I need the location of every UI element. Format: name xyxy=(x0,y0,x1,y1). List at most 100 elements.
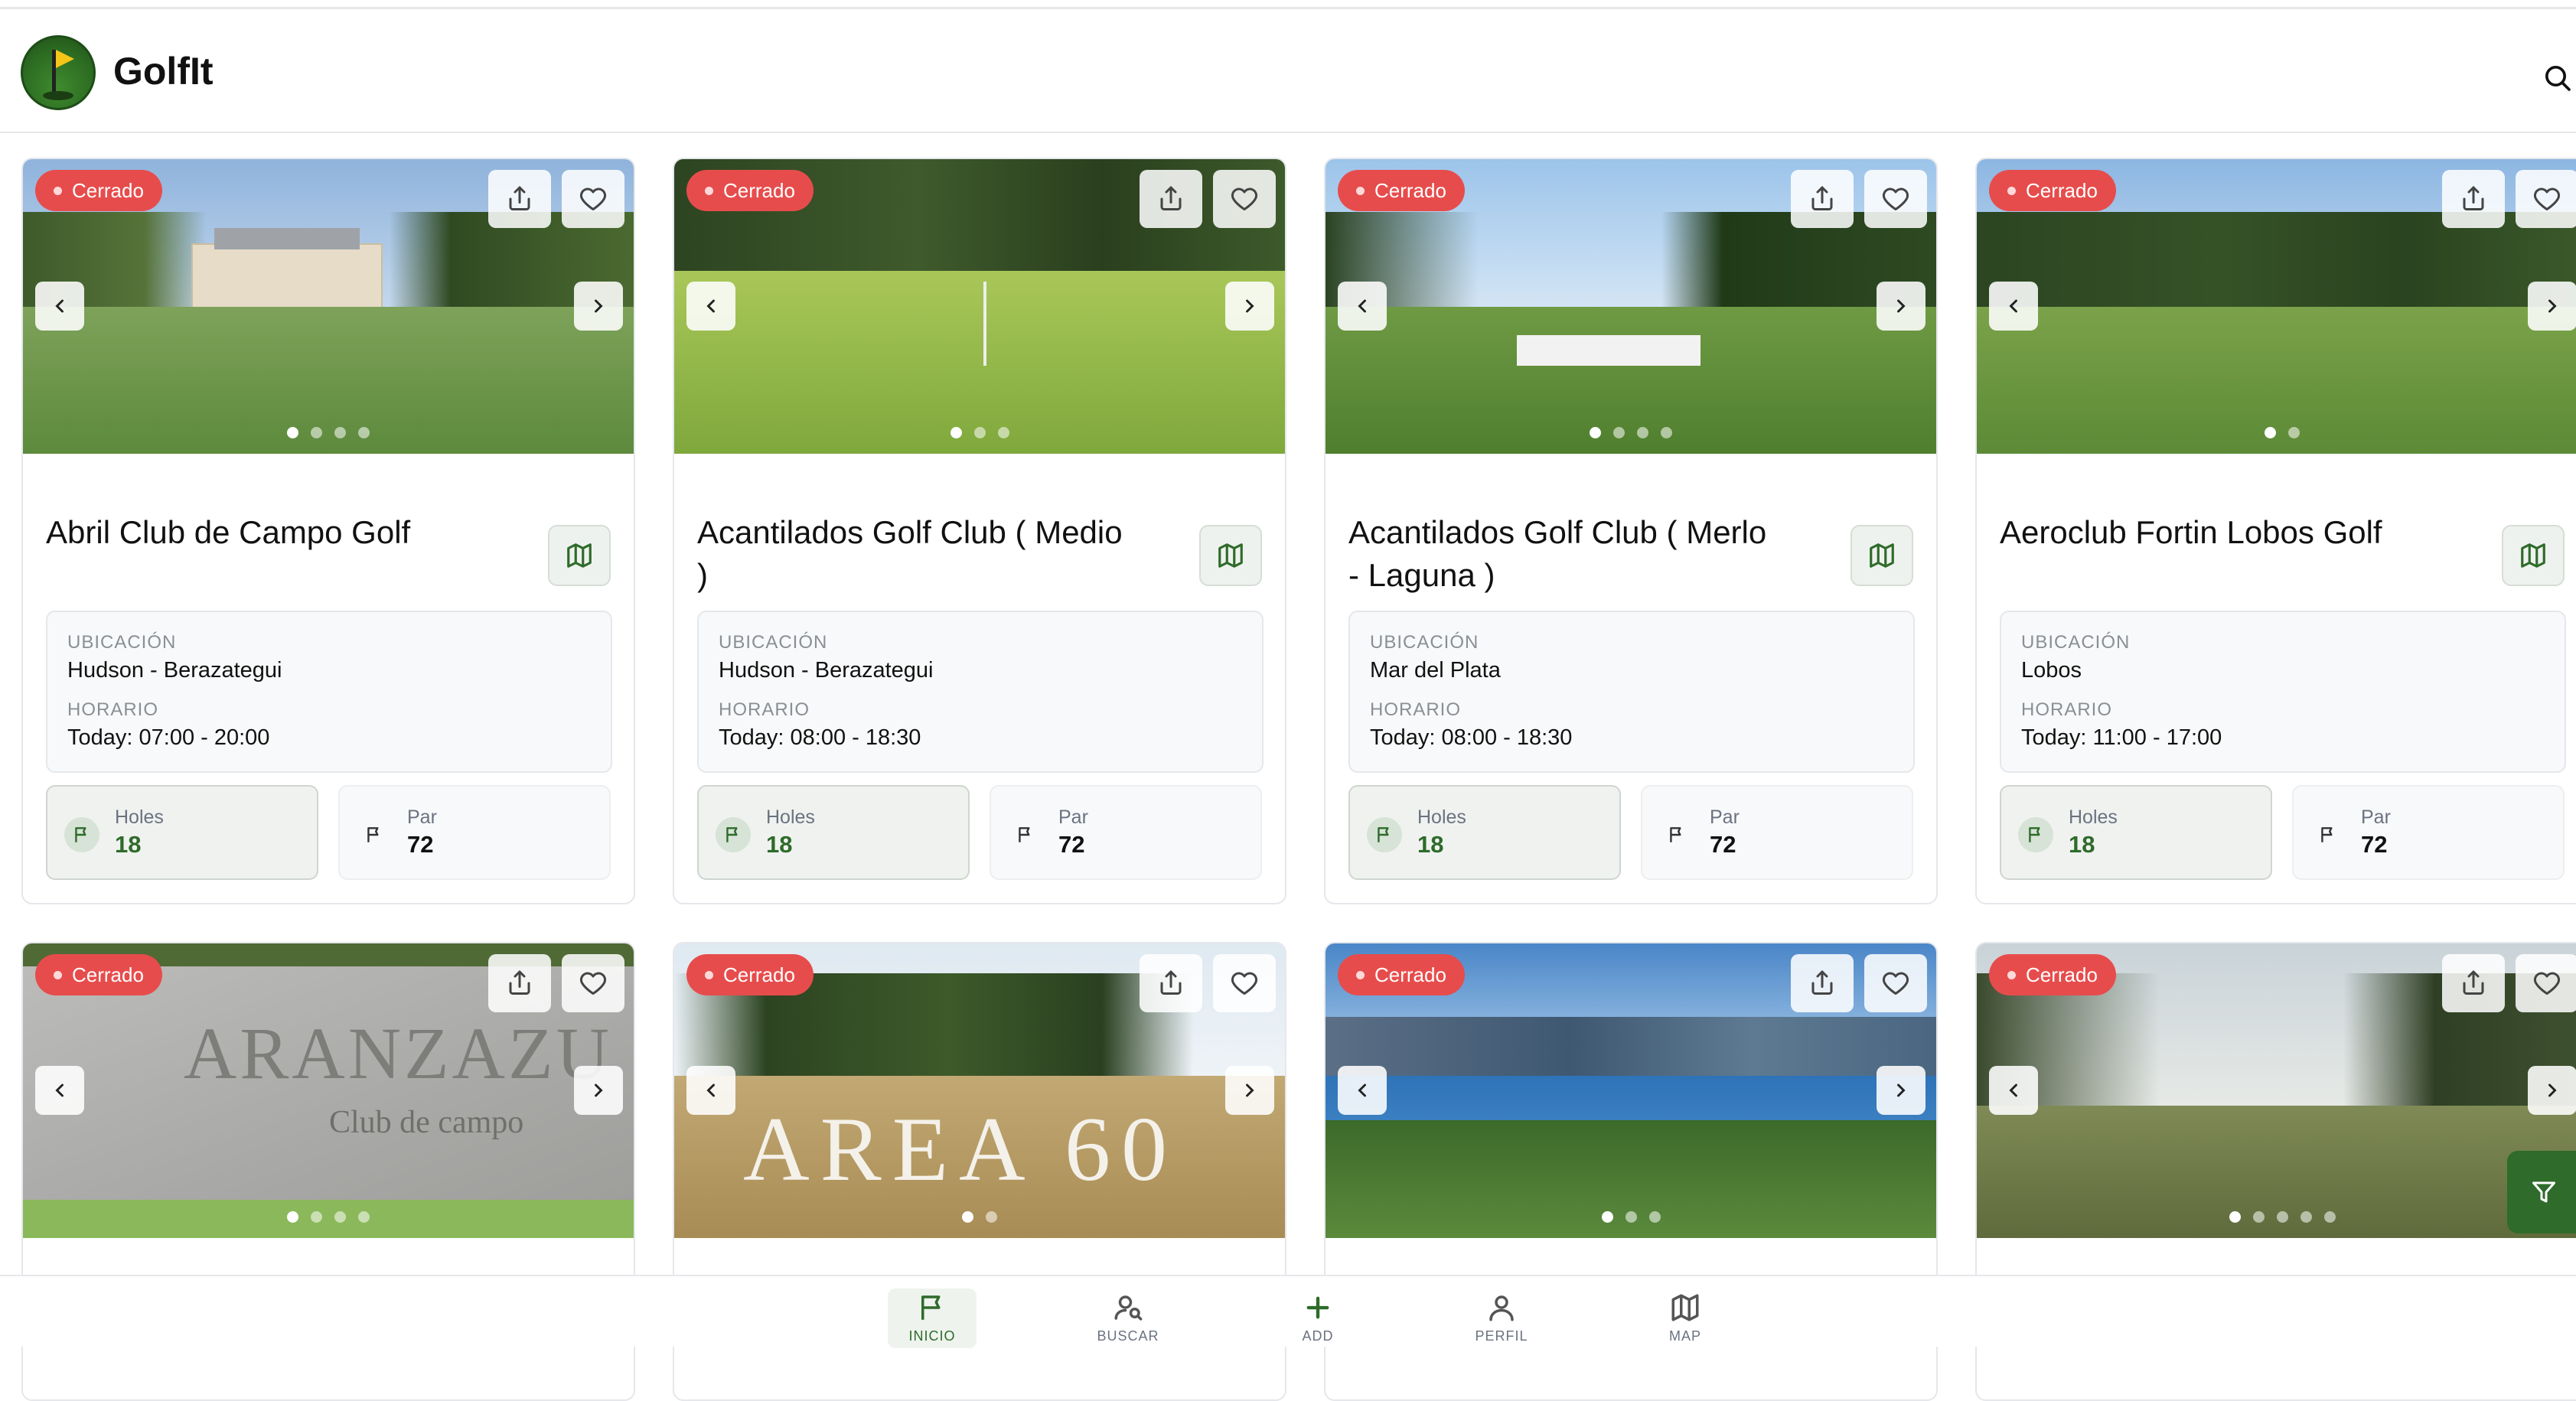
prev-photo-button[interactable] xyxy=(1989,1066,2038,1115)
course-name[interactable]: Acantilados Golf Club ( Merlo - Laguna ) xyxy=(1348,511,1777,597)
share-button[interactable] xyxy=(1140,954,1202,1012)
view-map-button[interactable] xyxy=(2502,525,2565,586)
course-name[interactable]: Acantilados Golf Club ( Medio ) xyxy=(697,511,1126,597)
photo-dot[interactable] xyxy=(962,1211,973,1223)
next-photo-button[interactable] xyxy=(574,1066,623,1115)
share-button[interactable] xyxy=(1791,954,1854,1012)
view-map-button[interactable] xyxy=(548,525,611,586)
next-photo-button[interactable] xyxy=(1877,282,1925,331)
holes-label: Holes xyxy=(115,806,164,828)
photo-dots[interactable] xyxy=(23,1211,634,1223)
photo-dot[interactable] xyxy=(334,1211,346,1223)
golfit-logo[interactable] xyxy=(21,35,96,110)
course-card[interactable]: Cerrado Abril Club de Campo Golf UBICACI… xyxy=(21,158,635,904)
share-button[interactable] xyxy=(2442,170,2505,228)
share-button[interactable] xyxy=(488,170,551,228)
view-map-button[interactable] xyxy=(1199,525,1262,586)
course-card[interactable]: Cerrado Acantilados Golf Club ( Medio ) … xyxy=(673,158,1286,904)
prev-photo-button[interactable] xyxy=(1989,282,2038,331)
favorite-button[interactable] xyxy=(2516,954,2576,1012)
favorite-button[interactable] xyxy=(1864,954,1927,1012)
favorite-button[interactable] xyxy=(1213,170,1276,228)
course-card[interactable]: Cerrado Aeroclub Fortin Lobos Golf UBICA… xyxy=(1975,158,2576,904)
photo-dot[interactable] xyxy=(950,427,962,438)
photo-dots[interactable] xyxy=(1325,427,1936,438)
course-photo[interactable]: ARANZAZU Club de campo Cerrado xyxy=(23,943,634,1238)
photo-dot[interactable] xyxy=(2288,427,2300,438)
nav-profile[interactable]: PERFIL xyxy=(1457,1289,1546,1348)
photo-dots[interactable] xyxy=(674,427,1285,438)
favorite-button[interactable] xyxy=(2516,170,2576,228)
favorite-button[interactable] xyxy=(562,170,624,228)
share-button[interactable] xyxy=(1791,170,1854,228)
photo-dots[interactable] xyxy=(23,427,634,438)
photo-dot[interactable] xyxy=(1661,427,1672,438)
course-card[interactable]: Cerrado Acantilados Golf Club ( Merlo - … xyxy=(1324,158,1938,904)
photo-dot[interactable] xyxy=(311,1211,322,1223)
prev-photo-button[interactable] xyxy=(686,282,735,331)
course-photo[interactable]: Cerrado xyxy=(1977,159,2576,454)
course-photo[interactable]: Cerrado xyxy=(674,159,1285,454)
course-photo[interactable]: Cerrado xyxy=(1325,159,1936,454)
photo-dot[interactable] xyxy=(2323,1211,2336,1223)
prev-photo-button[interactable] xyxy=(686,1066,735,1115)
prev-photo-button[interactable] xyxy=(1338,1066,1387,1115)
photo-dot[interactable] xyxy=(997,427,1009,438)
photo-dot[interactable] xyxy=(1601,1211,1613,1223)
favorite-button[interactable] xyxy=(1864,170,1927,228)
photo-dot[interactable] xyxy=(287,427,298,438)
flag-icon xyxy=(1019,827,1030,842)
next-photo-button[interactable] xyxy=(1225,1066,1274,1115)
nav-search[interactable]: BUSCAR xyxy=(1084,1289,1172,1348)
prev-photo-button[interactable] xyxy=(35,282,84,331)
photo-dots[interactable] xyxy=(1977,1211,2576,1223)
course-photo[interactable]: Cerrado xyxy=(1325,943,1936,1238)
course-name[interactable]: Aeroclub Fortin Lobos Golf xyxy=(2000,511,2428,554)
photo-dot[interactable] xyxy=(2265,427,2276,438)
share-button[interactable] xyxy=(1140,170,1202,228)
photo-dot[interactable] xyxy=(1625,1211,1637,1223)
prev-photo-button[interactable] xyxy=(1338,282,1387,331)
photo-dot[interactable] xyxy=(334,427,346,438)
filter-button[interactable] xyxy=(2507,1151,2576,1233)
next-photo-button[interactable] xyxy=(1877,1066,1925,1115)
next-photo-button[interactable] xyxy=(574,282,623,331)
photo-dot[interactable] xyxy=(358,1211,370,1223)
map-icon xyxy=(567,543,592,568)
photo-dots[interactable] xyxy=(674,1211,1285,1223)
share-button[interactable] xyxy=(488,954,551,1012)
next-photo-button[interactable] xyxy=(1225,282,1274,331)
course-photo[interactable]: Cerrado xyxy=(1977,943,2576,1238)
photo-dot[interactable] xyxy=(1648,1211,1661,1223)
chevron-left-icon xyxy=(55,1083,64,1097)
course-photo[interactable]: Cerrado xyxy=(23,159,634,454)
favorite-button[interactable] xyxy=(1213,954,1276,1012)
photo-dot[interactable] xyxy=(2229,1211,2241,1223)
prev-photo-button[interactable] xyxy=(35,1066,84,1115)
nav-add[interactable]: ADD xyxy=(1273,1289,1362,1348)
photo-dot[interactable] xyxy=(986,1211,997,1223)
photo-dot[interactable] xyxy=(1590,427,1601,438)
photo-dot[interactable] xyxy=(2252,1211,2265,1223)
nav-home[interactable]: INICIO xyxy=(888,1289,977,1348)
favorite-button[interactable] xyxy=(562,954,624,1012)
next-photo-button[interactable] xyxy=(2528,282,2576,331)
photo-dot[interactable] xyxy=(973,427,986,438)
course-photo[interactable]: AREA 60 Cerrado xyxy=(674,943,1285,1238)
view-map-button[interactable] xyxy=(1850,525,1913,586)
share-button[interactable] xyxy=(2442,954,2505,1012)
photo-dots[interactable] xyxy=(1325,1211,1936,1223)
nav-map[interactable]: MAP xyxy=(1641,1289,1730,1348)
photo-dot[interactable] xyxy=(2300,1211,2312,1223)
course-name[interactable]: Abril Club de Campo Golf xyxy=(46,511,474,554)
status-badge: Cerrado xyxy=(1338,954,1465,995)
photo-dot[interactable] xyxy=(358,427,370,438)
photo-dot[interactable] xyxy=(1637,427,1648,438)
search-icon[interactable] xyxy=(2542,63,2573,93)
photo-dot[interactable] xyxy=(287,1211,298,1223)
next-photo-button[interactable] xyxy=(2528,1066,2576,1115)
photo-dot[interactable] xyxy=(311,427,322,438)
photo-dot[interactable] xyxy=(1613,427,1625,438)
photo-dot[interactable] xyxy=(2276,1211,2288,1223)
photo-dots[interactable] xyxy=(1977,427,2576,438)
